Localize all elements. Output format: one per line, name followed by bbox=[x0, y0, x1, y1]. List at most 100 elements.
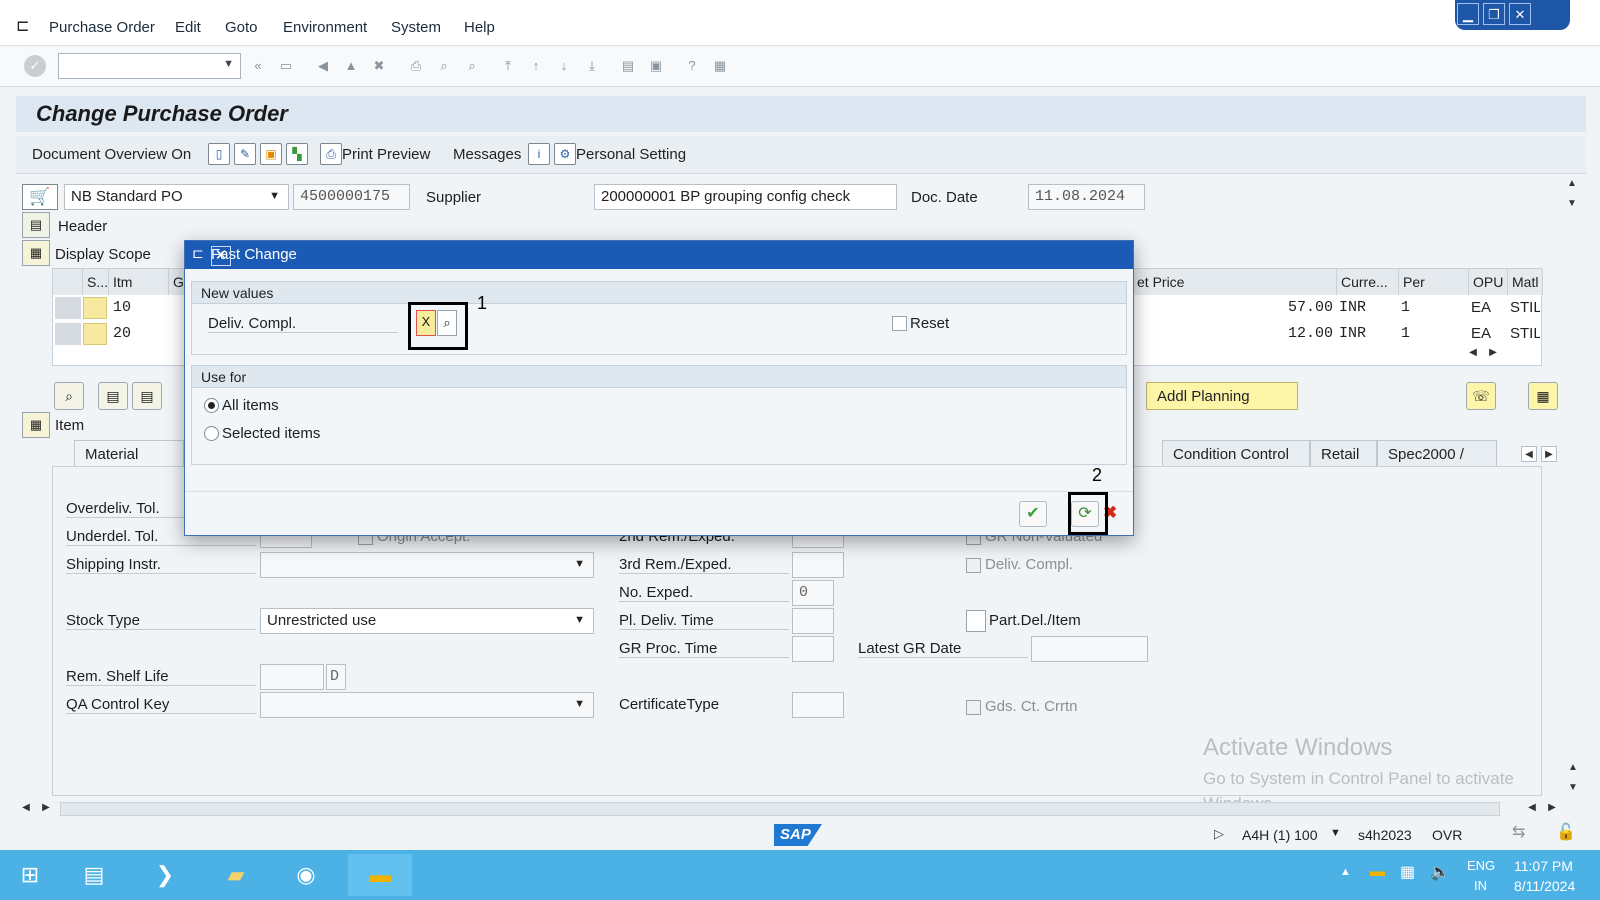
selected-items-radio[interactable] bbox=[204, 426, 219, 441]
minimize-button[interactable]: ▁ bbox=[1457, 3, 1479, 25]
scroll-down-icon[interactable]: ▼ bbox=[1564, 196, 1580, 212]
part-del-item-checkbox[interactable] bbox=[966, 610, 986, 632]
row-matl-group[interactable]: STILL MTL I bbox=[1510, 325, 1540, 342]
help-icon[interactable]: ? bbox=[681, 55, 703, 77]
chevron-down-icon[interactable]: ▼ bbox=[269, 190, 280, 202]
row-per[interactable]: 1 bbox=[1401, 325, 1410, 342]
back-icon[interactable]: ◀ bbox=[312, 55, 334, 77]
col-item[interactable]: Itm bbox=[109, 269, 169, 295]
row-currency[interactable]: INR bbox=[1339, 325, 1366, 342]
tab-condition-control[interactable]: Condition Control bbox=[1162, 440, 1310, 468]
headset-icon[interactable]: ☏ bbox=[1466, 382, 1496, 410]
network-icon[interactable]: ▦ bbox=[1400, 862, 1415, 882]
doc-type-select[interactable]: NB Standard PO ▼ bbox=[64, 184, 289, 210]
powershell-icon[interactable]: ❯ bbox=[137, 854, 193, 896]
delete-row-icon[interactable]: ▤ bbox=[132, 382, 162, 410]
messages-button[interactable]: Messages bbox=[453, 146, 521, 163]
row-per[interactable]: 1 bbox=[1401, 299, 1410, 316]
info-icon[interactable]: i bbox=[528, 143, 550, 165]
hold-icon[interactable]: ▚ bbox=[286, 143, 308, 165]
doc-date-field[interactable]: 11.08.2024 bbox=[1028, 184, 1145, 210]
gds-ct-crrtn-checkbox[interactable] bbox=[966, 700, 981, 715]
hscroll-left-icon-2[interactable]: ◀ bbox=[1524, 800, 1540, 816]
sap-logon-icon[interactable]: ▬ bbox=[348, 854, 412, 896]
prev-page-icon[interactable]: ↑ bbox=[525, 55, 547, 77]
region-indicator[interactable]: IN bbox=[1474, 878, 1487, 893]
lock-icon[interactable]: 🔓 bbox=[1556, 822, 1576, 842]
menu-edit[interactable]: Edit bbox=[175, 19, 201, 36]
close-window-button[interactable]: ✕ bbox=[1509, 3, 1531, 25]
col-net-price[interactable]: et Price bbox=[1133, 269, 1337, 295]
pl-deliv-time-field[interactable] bbox=[792, 608, 834, 634]
menu-system[interactable]: System bbox=[391, 19, 441, 36]
panel-scroll-up-icon[interactable]: ▲ bbox=[1565, 760, 1581, 776]
row-opu[interactable]: EA bbox=[1471, 325, 1491, 342]
menu-purchase-order[interactable]: Purchase Order bbox=[49, 19, 155, 36]
exit-icon[interactable]: ▲ bbox=[340, 55, 362, 77]
po-number-field[interactable]: 4500000175 bbox=[293, 184, 410, 210]
row-currency[interactable]: INR bbox=[1339, 299, 1366, 316]
hscroll-left-icon[interactable]: ◀ bbox=[18, 800, 34, 816]
all-items-radio[interactable] bbox=[204, 398, 219, 413]
tab-retail[interactable]: Retail bbox=[1310, 440, 1377, 468]
col-currency[interactable]: Curre... bbox=[1337, 269, 1399, 295]
chrome-icon[interactable]: ◉ bbox=[278, 854, 334, 896]
last-page-icon[interactable]: ⤓ bbox=[581, 55, 603, 77]
scroll-up-icon[interactable]: ▲ bbox=[1564, 176, 1580, 192]
row-selector[interactable] bbox=[55, 323, 81, 345]
restore-button[interactable]: ❐ bbox=[1483, 3, 1505, 25]
tab-scroll-left-icon[interactable]: ◀ bbox=[1521, 446, 1537, 462]
row-selector[interactable] bbox=[55, 297, 81, 319]
item-expand-icon[interactable]: ▦ bbox=[22, 412, 50, 438]
row-item[interactable]: 10 bbox=[113, 299, 131, 316]
new-session-icon[interactable]: ▤ bbox=[617, 55, 639, 77]
col-matl-group[interactable]: Matl Group bbox=[1508, 269, 1543, 295]
header-expand-icon[interactable]: ▤ bbox=[22, 212, 50, 238]
command-field[interactable]: ▼ bbox=[58, 53, 241, 79]
cancel-icon[interactable]: ✖ bbox=[368, 55, 390, 77]
shortcut-icon[interactable]: ▣ bbox=[645, 55, 667, 77]
addl-planning-button[interactable]: Addl Planning bbox=[1146, 382, 1298, 410]
shopping-cart-icon[interactable]: 🛒 bbox=[22, 184, 58, 210]
dialog-close-button[interactable]: ✕ bbox=[211, 246, 231, 266]
back-double-icon[interactable]: « bbox=[247, 55, 269, 77]
hscroll-right-icon-2[interactable]: ▶ bbox=[1544, 800, 1560, 816]
col-status[interactable]: S... bbox=[83, 269, 109, 295]
menu-help[interactable]: Help bbox=[464, 19, 495, 36]
display-scope-icon[interactable]: ▦ bbox=[22, 240, 50, 266]
qa-control-key-select[interactable]: ▼ bbox=[260, 692, 594, 718]
grid-scroll-right-icon[interactable]: ▶ bbox=[1485, 345, 1501, 361]
print-preview-button[interactable]: Print Preview bbox=[342, 146, 430, 163]
tab-scroll-right-icon[interactable]: ▶ bbox=[1541, 446, 1557, 462]
save-icon[interactable]: ▭ bbox=[275, 55, 297, 77]
first-page-icon[interactable]: ⤒ bbox=[497, 55, 519, 77]
menu-goto[interactable]: Goto bbox=[225, 19, 258, 36]
clock-time[interactable]: 11:07 PM bbox=[1514, 858, 1573, 874]
status-play-icon[interactable]: ▷ bbox=[1214, 826, 1224, 842]
col-opu[interactable]: OPU bbox=[1469, 269, 1508, 295]
edit-icon[interactable]: ✎ bbox=[234, 143, 256, 165]
horizontal-scrollbar[interactable] bbox=[60, 802, 1500, 816]
start-icon[interactable]: ⊞ bbox=[2, 854, 58, 896]
clock-date[interactable]: 8/11/2024 bbox=[1514, 878, 1575, 894]
tray-chevron-icon[interactable]: ▲ bbox=[1340, 866, 1351, 878]
layout-menu-icon[interactable]: ▦ bbox=[709, 55, 731, 77]
row-item[interactable]: 20 bbox=[113, 325, 131, 342]
rem-shelf-life-field[interactable] bbox=[260, 664, 324, 690]
check-circle-icon[interactable]: ✓ bbox=[24, 55, 46, 77]
file-explorer-icon[interactable]: ▰ bbox=[208, 854, 264, 896]
transfer-icon[interactable]: ⇆ bbox=[1512, 822, 1525, 842]
chevron-down-icon[interactable]: ▼ bbox=[223, 58, 234, 70]
language-indicator[interactable]: ENG bbox=[1467, 858, 1495, 873]
col-per[interactable]: Per bbox=[1399, 269, 1469, 295]
shipping-instr-select[interactable]: ▼ bbox=[260, 552, 594, 578]
rem-exped-3-field[interactable] bbox=[792, 552, 844, 578]
deliv-compl-checkbox[interactable] bbox=[966, 558, 981, 573]
sap-tray-icon[interactable]: ▬ bbox=[1370, 863, 1385, 880]
grid-scroll-left-icon[interactable]: ◀ bbox=[1465, 345, 1481, 361]
speaker-muted-icon[interactable]: 🔈 bbox=[1430, 862, 1450, 882]
col-selector[interactable] bbox=[53, 269, 83, 295]
menu-environment[interactable]: Environment bbox=[283, 19, 367, 36]
personal-setting-icon[interactable]: ⚙ bbox=[554, 143, 576, 165]
certificate-type-field[interactable] bbox=[792, 692, 844, 718]
